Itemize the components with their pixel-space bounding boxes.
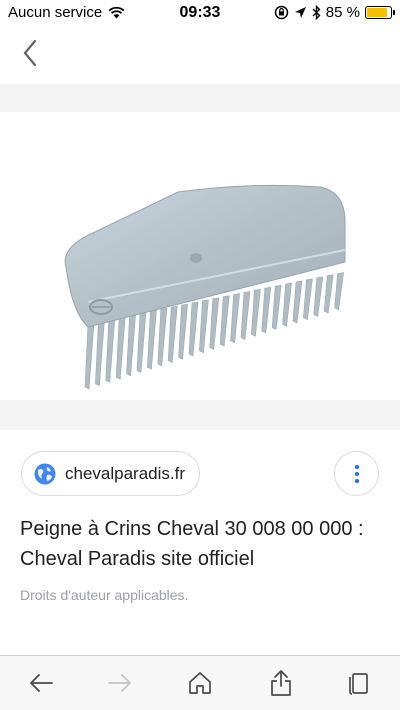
- back-nav-button[interactable]: [26, 668, 56, 698]
- comb-tooth: [178, 303, 188, 360]
- comb-tooth: [188, 301, 199, 357]
- comb-tooth: [157, 307, 168, 367]
- image-preview-area: [0, 84, 400, 430]
- more-options-button[interactable]: [334, 451, 379, 496]
- result-title[interactable]: Peigne à Crins Cheval 30 008 00 000 : Ch…: [20, 514, 380, 574]
- location-icon: [294, 7, 306, 18]
- copyright-notice: Droits d'auteur applicables.: [20, 587, 189, 603]
- comb-tooth: [105, 318, 116, 383]
- comb-tooth: [115, 316, 126, 380]
- share-icon: [271, 670, 291, 696]
- tabs-icon: [349, 673, 368, 695]
- comb-tooth: [209, 297, 220, 350]
- comb-tooth: [323, 274, 334, 314]
- comb-tooth: [303, 278, 313, 321]
- comb-tooth: [251, 289, 261, 337]
- comb-image: [64, 184, 346, 390]
- comb-tooth: [261, 286, 272, 334]
- comb-tooth: [167, 305, 178, 364]
- comb-tooth: [219, 295, 230, 347]
- comb-tooth: [230, 293, 240, 344]
- tabs-button[interactable]: [344, 668, 374, 698]
- product-image[interactable]: [0, 112, 400, 400]
- comb-tooth: [136, 312, 147, 373]
- comb-tooth: [282, 282, 292, 327]
- comb-tooth: [271, 284, 282, 331]
- home-button[interactable]: [185, 668, 215, 698]
- globe-icon: [34, 463, 56, 484]
- home-icon: [189, 672, 211, 694]
- orientation-lock-icon: [274, 5, 289, 20]
- comb-tooth: [126, 314, 136, 377]
- battery-percent: 85 %: [325, 4, 360, 21]
- forward-nav-button[interactable]: [105, 668, 135, 698]
- source-domain: chevalparadis.fr: [65, 463, 186, 483]
- status-right: 85 %: [274, 4, 395, 21]
- comb-tooth: [84, 322, 95, 390]
- battery-level: [367, 8, 387, 17]
- comb-tooth: [334, 272, 344, 311]
- comb-tooth: [95, 320, 105, 387]
- comb-tooth: [313, 276, 324, 317]
- status-bar: Aucun service 09:33 85 %: [0, 0, 400, 28]
- vertical-dots-icon: [354, 464, 359, 469]
- bluetooth-icon: [312, 5, 321, 20]
- battery-icon: [365, 6, 395, 19]
- comb-tooth: [292, 280, 303, 324]
- comb-tooth: [147, 310, 157, 370]
- arrow-left-icon: [30, 674, 53, 692]
- back-button[interactable]: [18, 38, 44, 68]
- share-button[interactable]: [266, 668, 296, 698]
- chevron-left-icon: [23, 39, 37, 67]
- source-chip[interactable]: chevalparadis.fr: [21, 451, 201, 496]
- browser-toolbar: [0, 655, 400, 710]
- arrow-right-icon: [108, 674, 131, 692]
- comb-tooth: [240, 291, 251, 340]
- comb-tooth: [199, 299, 209, 354]
